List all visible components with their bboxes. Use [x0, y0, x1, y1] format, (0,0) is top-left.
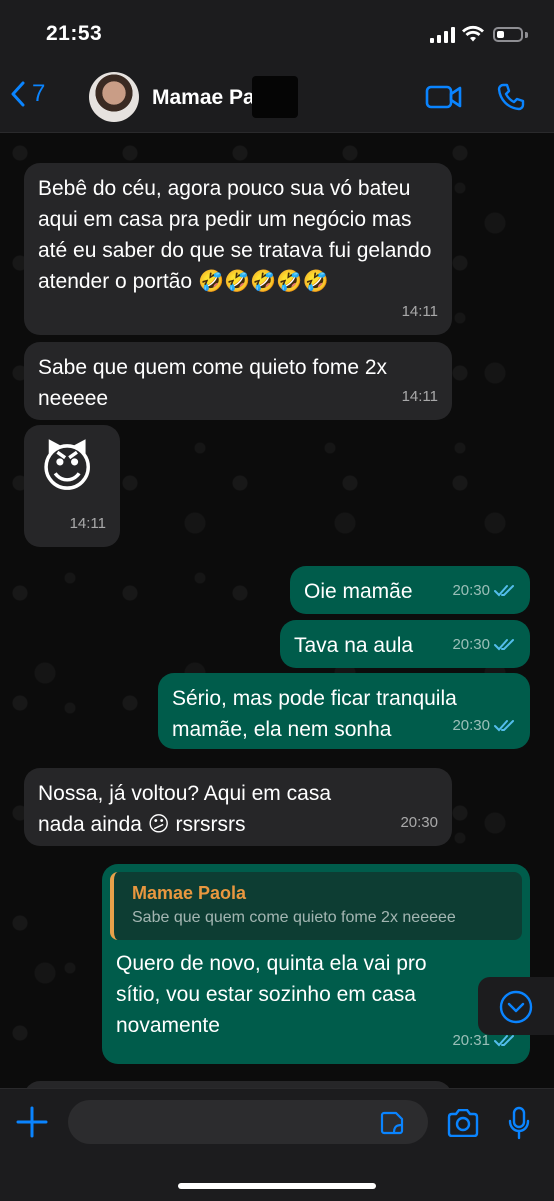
video-call-icon[interactable] [425, 84, 463, 110]
chat-area[interactable]: Bebê do céu, agora pouco sua vó bateu aq… [0, 133, 554, 1088]
message-time: 14:11 [401, 303, 438, 320]
message-time: 20:30 [452, 582, 490, 599]
redaction-mark [252, 76, 298, 118]
message-text: Sabe que quem come quieto fome 2x neeeee [38, 356, 388, 410]
message-input[interactable] [68, 1100, 428, 1144]
chat-header: 7 Mamae Pa [0, 62, 554, 133]
read-ticks-icon [494, 584, 514, 596]
reply-quote[interactable]: Mamae Paola Sabe que quem come quieto fo… [110, 872, 522, 940]
message-bubble[interactable]: Oie mamãe 20:30 [290, 566, 530, 614]
home-indicator [178, 1183, 376, 1189]
unread-count: 7 [32, 80, 46, 107]
message-bubble[interactable]: Bebê do céu, agora pouco sua vó bateu aq… [24, 163, 452, 335]
microphone-icon[interactable] [508, 1106, 530, 1140]
back-chevron-icon [11, 81, 25, 107]
sticker-icon[interactable] [380, 1111, 404, 1135]
message-time: 20:30 [452, 636, 490, 653]
scroll-down-button[interactable] [478, 977, 554, 1035]
message-bubble-partial [24, 1081, 452, 1088]
voice-call-icon[interactable] [496, 82, 526, 112]
read-ticks-icon [494, 638, 514, 650]
reply-text: Sabe que quem come quieto fome 2x neeeee [132, 909, 456, 926]
plus-icon[interactable] [15, 1105, 49, 1139]
cellular-signal-icon [430, 27, 456, 43]
message-meta: 14:11 [70, 508, 106, 539]
battery-tip [525, 32, 528, 38]
message-text: Nossa, já voltou? Aqui em casa nada aind… [38, 782, 331, 836]
message-bubble[interactable]: Tava na aula 20:30 [280, 620, 530, 668]
status-time: 21:53 [46, 22, 103, 45]
message-emoji: 😈 [40, 440, 95, 498]
message-bubble[interactable]: Mamae Paola Sabe que quem come quieto fo… [102, 864, 530, 1064]
back-button[interactable]: 7 [10, 80, 45, 108]
message-meta: 14:11 [402, 381, 438, 412]
message-meta: 20:30 [452, 575, 516, 606]
message-meta: 20:30 [452, 710, 516, 741]
wifi-icon [462, 25, 484, 42]
scroll-down-icon [499, 990, 533, 1024]
message-bubble[interactable]: 😈 14:11 [24, 425, 120, 547]
message-time: 14:11 [69, 515, 106, 532]
reply-author: Mamae Paola [132, 883, 247, 903]
status-bar: 21:53 [0, 0, 554, 62]
read-ticks-icon [494, 1034, 514, 1046]
camera-icon[interactable] [446, 1109, 480, 1137]
message-meta: 20:30 [452, 629, 516, 660]
message-bubble[interactable]: Nossa, já voltou? Aqui em casa nada aind… [24, 768, 452, 846]
message-bubble[interactable]: Sabe que quem come quieto fome 2x neeeee… [24, 342, 452, 420]
message-meta: 14:11 [402, 296, 438, 327]
message-time: 20:30 [400, 814, 438, 831]
message-time: 14:11 [401, 388, 438, 405]
contact-name[interactable]: Mamae Pa [152, 86, 255, 110]
avatar[interactable] [89, 72, 139, 122]
message-time: 20:30 [452, 717, 490, 734]
message-text: Bebê do céu, agora pouco sua vó bateu aq… [38, 177, 432, 293]
message-meta: 20:30 [400, 807, 438, 838]
message-bubble[interactable]: Sério, mas pode ficar tranquila mamãe, e… [158, 673, 530, 749]
battery-icon [493, 27, 523, 42]
read-ticks-icon [494, 719, 514, 731]
